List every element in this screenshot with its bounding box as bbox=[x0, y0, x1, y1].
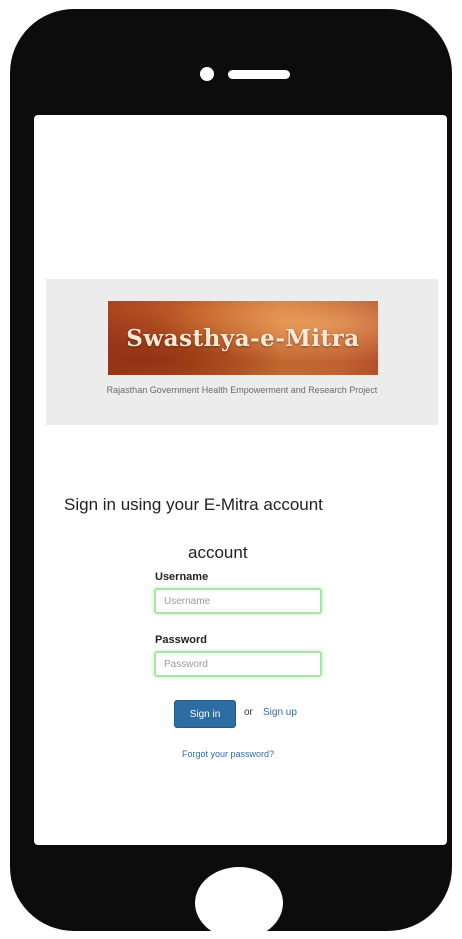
banner-subtitle: Rajasthan Government Health Empowerment … bbox=[106, 385, 378, 395]
or-text: or bbox=[244, 707, 253, 718]
home-button[interactable] bbox=[195, 867, 283, 939]
username-input[interactable] bbox=[154, 588, 322, 614]
signup-link[interactable]: Sign up bbox=[263, 707, 297, 718]
username-label: Username bbox=[155, 571, 209, 583]
signin-heading: Sign in using your E-Mitra account bbox=[64, 495, 323, 514]
banner-panel: Swasthya-e-Mitra Rajasthan Government He… bbox=[46, 279, 438, 425]
password-label: Password bbox=[155, 634, 207, 646]
password-input[interactable] bbox=[154, 651, 322, 677]
camera-icon bbox=[200, 67, 214, 81]
phone-frame: Swasthya-e-Mitra Rajasthan Government He… bbox=[10, 9, 452, 939]
signin-button[interactable]: Sign in bbox=[174, 700, 236, 728]
signin-heading-continuation: account bbox=[188, 543, 248, 562]
phone-screen: Swasthya-e-Mitra Rajasthan Government He… bbox=[34, 115, 447, 845]
forgot-password-link[interactable]: Forgot your password? bbox=[182, 749, 274, 759]
banner-title: Swasthya-e-Mitra bbox=[126, 324, 360, 352]
banner-logo: Swasthya-e-Mitra bbox=[108, 301, 378, 375]
speaker-icon bbox=[228, 70, 290, 79]
